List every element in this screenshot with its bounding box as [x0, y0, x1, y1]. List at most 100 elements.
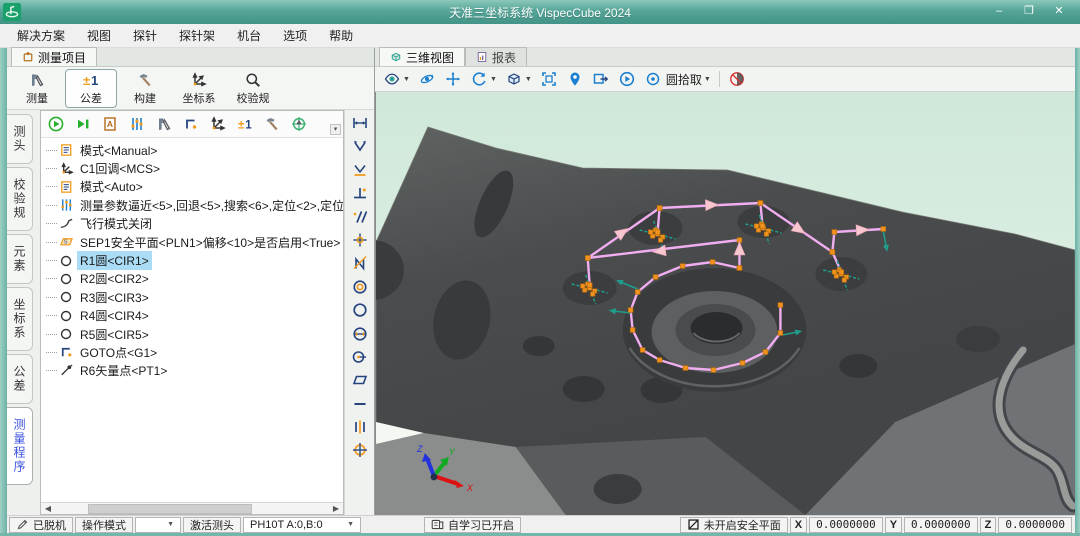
- tree-horizontal-scrollbar[interactable]: ◀ ▶: [41, 502, 343, 514]
- params-icon[interactable]: [127, 114, 147, 134]
- touch-point: [590, 292, 594, 296]
- ribbon-button-calipers[interactable]: 测量: [11, 69, 63, 108]
- report-a-icon[interactable]: A: [100, 114, 120, 134]
- view-tool-zoom-fit[interactable]: [540, 70, 558, 88]
- symmetry-icon[interactable]: [349, 417, 371, 437]
- side-tab-2[interactable]: 元素: [7, 234, 33, 284]
- toolbar-overflow-icon[interactable]: ▾: [330, 124, 341, 135]
- operation-mode-select[interactable]: ▼: [135, 517, 181, 533]
- tree-connector: [46, 168, 57, 169]
- view-tool-rotate-view[interactable]: ▼: [470, 70, 497, 88]
- active-probe-select[interactable]: PH10T A:0,B:0 ▼: [243, 517, 361, 533]
- ribbon-button-hammer[interactable]: 构建: [119, 69, 171, 108]
- tab-report[interactable]: 报表: [465, 47, 527, 66]
- tree-item[interactable]: 模式<Auto>: [41, 178, 343, 196]
- ribbon-button-magnifier[interactable]: 校验规: [227, 69, 279, 108]
- tree-item[interactable]: R2圆<CIR2>: [41, 270, 343, 288]
- menu-item-5[interactable]: 选项: [272, 24, 318, 47]
- tab-3d-view[interactable]: 三维视图: [379, 47, 465, 66]
- tree-item[interactable]: 测量参数逼近<5>,回退<5>,搜索<6>,定位<2>,定位加<2>,测量: [41, 196, 343, 214]
- view-tool-orbit-rotate[interactable]: [418, 70, 436, 88]
- chevron-down-icon: ▼: [525, 76, 532, 83]
- angle-arrows-icon[interactable]: [349, 136, 371, 156]
- menu-item-1[interactable]: 视图: [76, 24, 122, 47]
- tree-item[interactable]: R3圆<CIR3>: [41, 288, 343, 306]
- tree-item-label: R6矢量点<PT1>: [77, 361, 170, 380]
- path-point: [630, 328, 635, 333]
- tree-item-label: 模式<Manual>: [77, 141, 160, 160]
- axes-small-icon[interactable]: [208, 114, 228, 134]
- view-tool-probe-disabled[interactable]: [728, 70, 746, 88]
- close-button[interactable]: ✕: [1046, 4, 1072, 20]
- position-cross-icon[interactable]: [349, 230, 371, 250]
- menu-item-0[interactable]: 解决方案: [6, 24, 76, 47]
- goto-icon[interactable]: [181, 114, 201, 134]
- view-tool-locate-pin[interactable]: [566, 70, 584, 88]
- params-s-icon: [59, 198, 74, 212]
- view-tool-play-view[interactable]: [618, 70, 636, 88]
- menu-item-2[interactable]: 探针: [122, 24, 168, 47]
- side-tab-5[interactable]: 测量程序: [7, 407, 33, 485]
- concentricity-icon[interactable]: [349, 277, 371, 297]
- view-tool-view-flag[interactable]: [592, 70, 610, 88]
- play-view-icon: [618, 70, 636, 88]
- path-point: [737, 266, 742, 271]
- tolerance-small-icon[interactable]: ±1: [235, 114, 255, 134]
- side-tab-1[interactable]: 校验规: [7, 167, 33, 231]
- view-tool-cube-view[interactable]: ▼: [505, 70, 532, 88]
- scroll-right-icon[interactable]: ▶: [329, 504, 343, 513]
- offline-icon: [16, 518, 29, 531]
- tree-item[interactable]: 模式<Manual>: [41, 141, 343, 159]
- step-icon[interactable]: [73, 114, 93, 134]
- coord-value-x: 0.0000000: [809, 517, 883, 533]
- tree-item[interactable]: R4圆<CIR4>: [41, 307, 343, 325]
- menu-item-6[interactable]: 帮助: [318, 24, 364, 47]
- side-tab-strip: 测头校验规元素坐标系公差测量程序: [7, 110, 40, 515]
- probe-target-icon[interactable]: [289, 114, 309, 134]
- 3d-viewport[interactable]: X Y Z: [375, 92, 1075, 515]
- maximize-button[interactable]: ❐: [1016, 4, 1042, 20]
- perpendicularity-icon[interactable]: [349, 183, 371, 203]
- true-position-icon[interactable]: [349, 440, 371, 460]
- tab-measurement-project[interactable]: 测量项目: [11, 47, 97, 66]
- rotate-view-icon: [470, 70, 488, 88]
- tree-item[interactable]: R6矢量点<PT1>: [41, 362, 343, 380]
- scrollbar-thumb[interactable]: [88, 504, 252, 514]
- tree-item[interactable]: SSEP1安全平面<PLN1>偏移<10>是否启用<True>: [41, 233, 343, 251]
- diameter-chord-icon[interactable]: [349, 324, 371, 344]
- view-tool-pan[interactable]: [444, 70, 462, 88]
- calipers-icon[interactable]: [154, 114, 174, 134]
- hammer-small-icon[interactable]: [262, 114, 282, 134]
- side-tab-4[interactable]: 公差: [7, 354, 33, 404]
- tree-item[interactable]: R5圆<CIR5>: [41, 325, 343, 343]
- view-tool-view-eye[interactable]: ▼: [383, 70, 410, 88]
- tree-connector: [46, 223, 57, 224]
- touch-point: [764, 232, 768, 236]
- coord-value-y: 0.0000000: [904, 517, 978, 533]
- minimize-button[interactable]: –: [986, 4, 1012, 20]
- tree-item[interactable]: C1回调<MCS>: [41, 159, 343, 177]
- menu-item-3[interactable]: 探针架: [168, 24, 226, 47]
- angularity-icon[interactable]: [349, 253, 371, 273]
- flatness-icon[interactable]: [349, 370, 371, 390]
- roundness-icon[interactable]: [349, 300, 371, 320]
- angle-seat-icon[interactable]: [349, 160, 371, 180]
- distance-icon[interactable]: [349, 113, 371, 133]
- ribbon-button-tolerance[interactable]: ±1公差: [65, 69, 117, 108]
- view-tool-circle-pick[interactable]: 圆拾取▼: [644, 70, 711, 88]
- safety-plane-icon: [687, 518, 700, 531]
- pan-icon: [444, 70, 462, 88]
- tree-item[interactable]: GOTO点<G1>: [41, 343, 343, 361]
- run-icon[interactable]: [46, 114, 66, 134]
- side-tab-3[interactable]: 坐标系: [7, 287, 33, 351]
- scroll-left-icon[interactable]: ◀: [41, 504, 55, 513]
- runout-icon[interactable]: [349, 347, 371, 367]
- tree-item[interactable]: R1圆<CIR1>: [41, 251, 343, 269]
- menu-item-4[interactable]: 机台: [226, 24, 272, 47]
- parallelism-icon[interactable]: [349, 207, 371, 227]
- side-tab-0[interactable]: 测头: [7, 114, 33, 164]
- straightness-icon[interactable]: [349, 394, 371, 414]
- tree-item[interactable]: 飞行模式关闭: [41, 215, 343, 233]
- self-learning-status: 自学习已开启: [424, 517, 521, 533]
- ribbon-button-axes[interactable]: 坐标系: [173, 69, 225, 108]
